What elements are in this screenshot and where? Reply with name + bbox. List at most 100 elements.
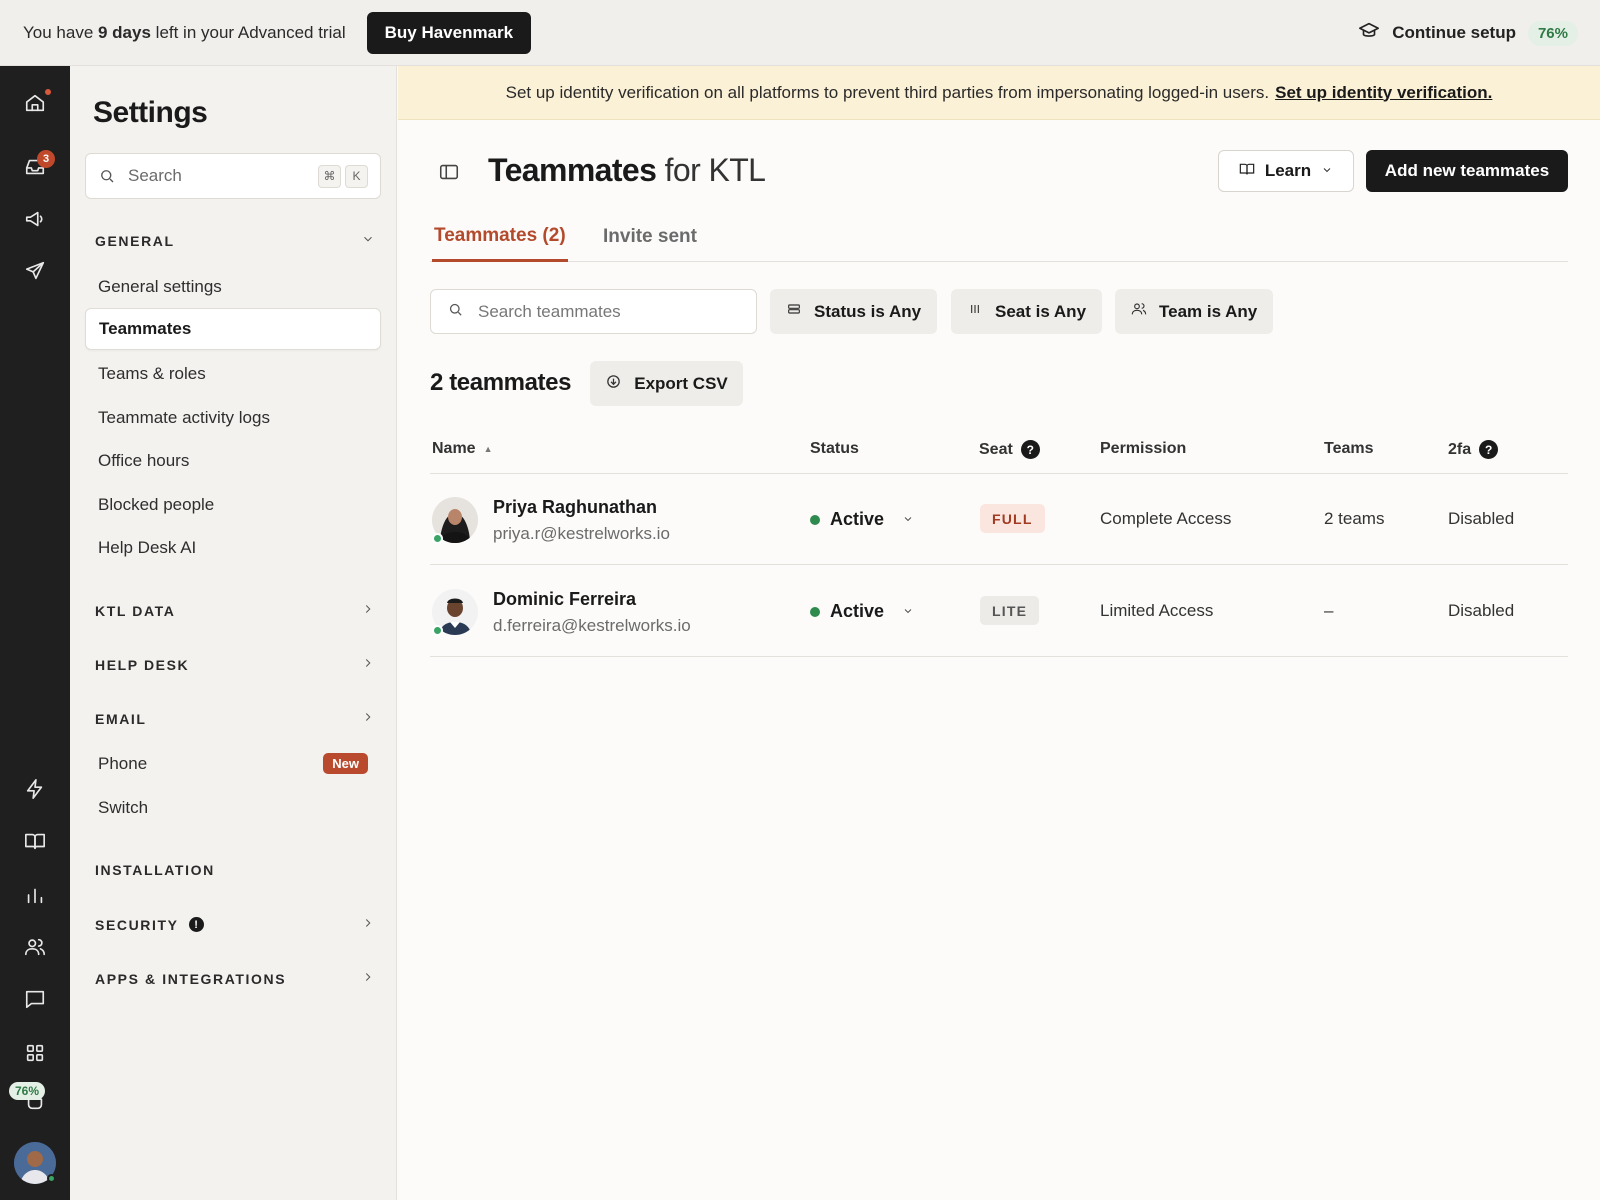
megaphone-icon[interactable] [22,206,48,232]
export-csv-button[interactable]: Export CSV [590,361,743,406]
sidebar-item-office-hours[interactable]: Office hours [85,440,381,482]
twofa-cell: Disabled [1448,601,1515,620]
chevron-down-icon [361,232,375,249]
search-placeholder: Search teammates [478,301,621,321]
column-permission[interactable]: Permission [1100,440,1186,458]
sidebar-item-blocked-people[interactable]: Blocked people [85,484,381,526]
new-badge: New [323,753,368,774]
help-icon[interactable]: ? [1479,440,1499,459]
add-new-teammates-button[interactable]: Add new teammates [1366,150,1568,192]
chevron-right-icon [361,602,375,619]
search-icon [447,301,464,323]
sort-icon: ▲ [483,444,493,454]
sidebar-item-switch[interactable]: Switch [85,787,381,829]
permission-cell: Limited Access [1100,601,1214,620]
sidebar-item-phone[interactable]: Phone New [85,743,381,785]
inbox-count-badge: 3 [37,150,55,168]
search-placeholder: Search [128,166,182,185]
seat-filter[interactable]: Seat is Any [951,289,1103,334]
section-email[interactable]: EMAIL [95,710,375,727]
teammates-tabs: Teammates (2) Invite sent [430,212,1568,262]
section-help-desk[interactable]: HELP DESK [95,656,375,673]
tab-teammates[interactable]: Teammates (2) [432,212,568,262]
lightning-icon[interactable] [22,776,48,802]
sidebar-item-label: Phone [98,754,148,773]
buy-button[interactable]: Buy Havenmark [366,11,532,54]
book-icon [1239,161,1255,182]
team-filter[interactable]: Team is Any [1115,289,1274,334]
seat-badge: FULL [980,504,1045,533]
online-status-dot [432,533,443,544]
chevron-right-icon [361,656,375,673]
teams-cell: 2 teams [1324,509,1385,528]
sidebar-item-help-desk-ai[interactable]: Help Desk AI [85,527,381,569]
twofa-cell: Disabled [1448,509,1515,528]
settings-sidebar: Settings Search ⌘ K GENERAL General sett… [70,66,397,1200]
status-filter[interactable]: Status is Any [770,289,938,334]
kbd-k: K [345,164,368,188]
table-row[interactable]: Dominic Ferreira d.ferreira@kestrelworks… [430,566,1568,657]
people-icon[interactable] [22,934,48,960]
chevron-down-icon [894,601,914,622]
section-security[interactable]: SECURITY! [95,916,375,933]
section-installation[interactable]: INSTALLATION [95,862,375,878]
send-icon[interactable] [22,258,48,284]
column-seat[interactable]: Seat? [979,440,1040,459]
apps-icon[interactable] [22,1040,48,1066]
online-status-dot [47,1174,56,1183]
column-status[interactable]: Status [810,440,859,458]
alert-icon: ! [188,917,204,932]
book-icon[interactable] [22,828,48,854]
seat-badge: LITE [980,596,1040,625]
settings-search-input[interactable]: Search ⌘ K [85,153,381,199]
sidebar-item-teammates[interactable]: Teammates [85,308,381,350]
column-name[interactable]: Name ▲ [432,440,493,458]
status-label: Active [830,601,885,621]
sidebar-toggle-icon[interactable] [438,161,462,185]
rail-setup-progress: 76% [9,1082,46,1100]
kbd-cmd: ⌘ [318,164,341,188]
status-dropdown[interactable]: Active [810,601,914,622]
search-teammates-input[interactable]: Search teammates [430,289,757,334]
continue-setup-label: Continue setup [1392,23,1516,42]
graduation-cap-icon [1358,20,1380,47]
section-general[interactable]: GENERAL [95,232,375,249]
teammate-email: d.ferreira@kestrelworks.io [493,616,691,635]
teammate-email: priya.r@kestrelworks.io [493,524,670,543]
column-2fa[interactable]: 2fa? [1448,440,1499,459]
status-label: Active [830,509,885,529]
table-row[interactable]: Priya Raghunathan priya.r@kestrelworks.i… [430,474,1568,565]
sidebar-item-teams-roles[interactable]: Teams & roles [85,353,381,395]
chevron-down-icon [1321,161,1333,181]
search-icon [98,167,116,185]
chart-icon[interactable] [22,882,48,908]
trial-message: You have 9 days left in your Advanced tr… [23,22,346,42]
sidebar-item-activity-logs[interactable]: Teammate activity logs [85,397,381,439]
help-icon[interactable]: ? [1020,440,1040,459]
chevron-right-icon [361,916,375,933]
identity-verification-link[interactable]: Set up identity verification. [1275,83,1492,103]
seat-filter-label: Seat is Any [995,301,1087,321]
teammate-name: Priya Raghunathan [493,497,658,517]
download-icon [605,373,622,395]
permission-cell: Complete Access [1100,509,1232,528]
seat-icon [967,301,983,322]
app-rail: 3 76% [0,66,70,1200]
teams-cell: – [1324,601,1334,620]
chat-icon[interactable] [22,986,48,1012]
learn-button[interactable]: Learn [1218,150,1354,192]
continue-setup[interactable]: Continue setup 76% [1358,0,1578,66]
status-dropdown[interactable]: Active [810,509,914,530]
sidebar-item-general-settings[interactable]: General settings [85,266,381,308]
chevron-down-icon [894,509,914,530]
main-content: Set up identity verification on all plat… [398,66,1600,1200]
active-dot [810,514,820,525]
tab-invite-sent[interactable]: Invite sent [603,212,697,262]
banner-text: Set up identity verification on all plat… [505,82,1270,102]
settings-title: Settings [93,96,208,129]
section-ktl-data[interactable]: KTL DATA [95,602,375,619]
status-icon [786,301,802,322]
home-icon[interactable] [22,90,48,116]
column-teams[interactable]: Teams [1324,440,1374,458]
section-apps-integrations[interactable]: APPS & INTEGRATIONS [95,970,375,987]
